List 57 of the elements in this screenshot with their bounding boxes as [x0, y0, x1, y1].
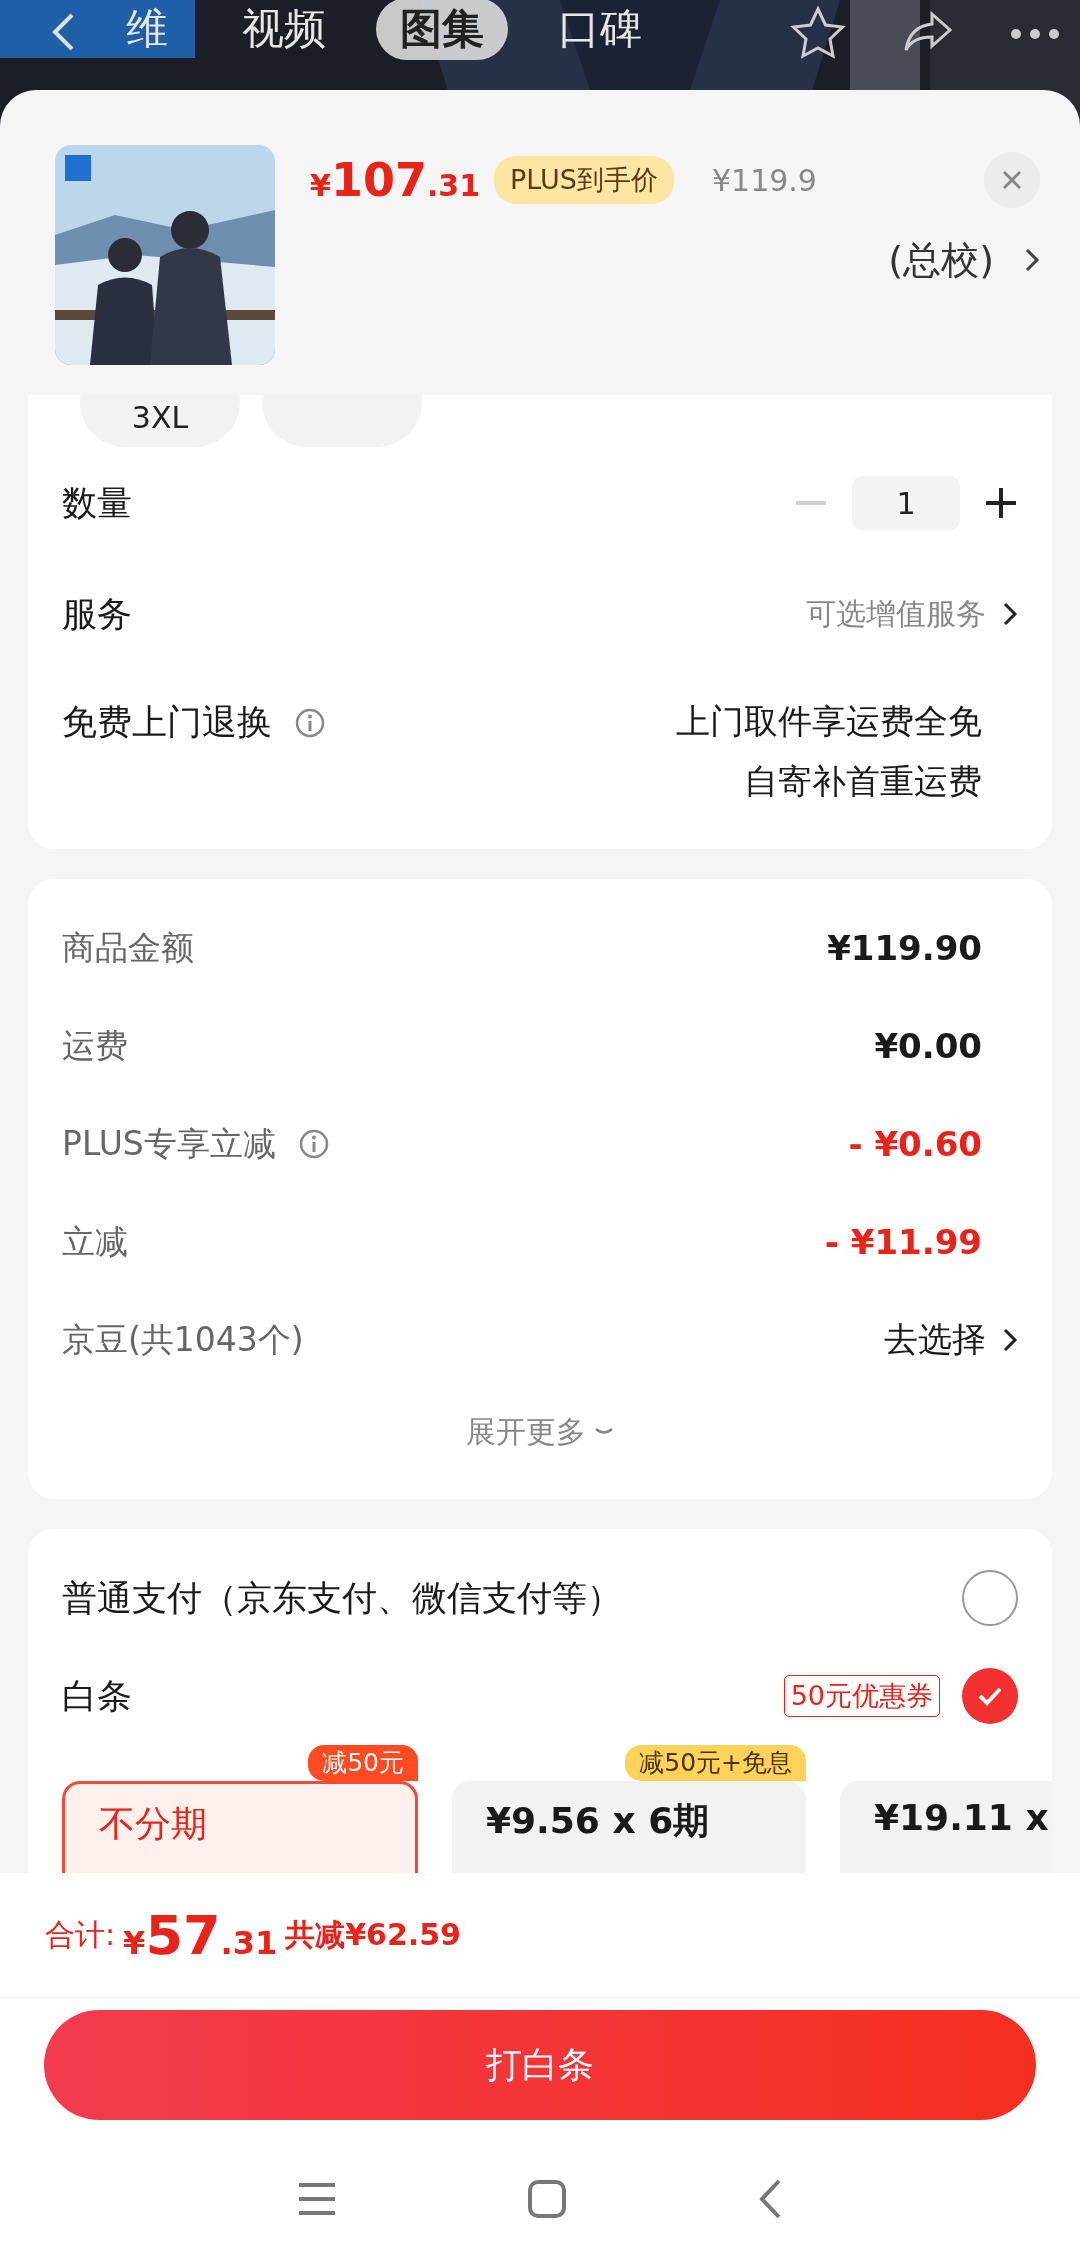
chevron-right-icon [1002, 601, 1018, 627]
coupon-tag: 50元优惠券 [783, 1675, 940, 1717]
discount-value: - ¥11.99 [824, 1222, 983, 1262]
home-icon[interactable] [527, 2179, 567, 2219]
cost-label: PLUS专享立减 [62, 1122, 276, 1165]
tab[interactable]: 视频 [218, 0, 350, 60]
cost-label: 运费 [62, 1024, 128, 1067]
discount-tag: 减50元 [308, 1745, 418, 1781]
radio-button[interactable] [962, 1570, 1018, 1626]
tab[interactable]: 图集 [376, 0, 508, 60]
installment-option[interactable]: ¥9.56 x 6期 [452, 1781, 806, 1873]
choose-link[interactable]: 去选择 [884, 1317, 986, 1363]
info-icon[interactable] [297, 1128, 330, 1160]
installment-option[interactable]: 不分期 [62, 1781, 418, 1873]
payment-option[interactable]: 普通支付（京东支付、微信支付等） [62, 1574, 622, 1622]
tab[interactable]: 口碑 [534, 0, 666, 60]
free-return-label: 免费上门退换 [62, 701, 272, 744]
star-icon[interactable] [790, 6, 846, 60]
return-note: 自寄补首重运费 [744, 760, 982, 803]
total-price: ¥57.31 [123, 1903, 278, 1967]
payment-option[interactable]: 白条 [62, 1672, 132, 1720]
service-label: 服务 [62, 592, 132, 636]
return-note: 上门取件享运费全免 [676, 700, 982, 743]
check-icon [977, 1686, 1003, 1706]
discount-tag: 减50元+免息 [625, 1745, 806, 1781]
menu-icon[interactable] [297, 2181, 337, 2217]
expand-more-button[interactable]: 展开更多 [460, 1389, 620, 1475]
cost-value: ¥119.90 [827, 928, 983, 968]
plus-button[interactable] [984, 486, 1018, 520]
price: ¥107.31 [310, 153, 481, 207]
plus-price-badge: PLUS到手价 [494, 156, 674, 204]
radio-button[interactable] [962, 1668, 1018, 1724]
product-subtitle: (总校) [888, 236, 994, 284]
cost-value: ¥0.00 [874, 1026, 983, 1066]
close-icon [1001, 169, 1023, 191]
discount-value: - ¥0.60 [848, 1124, 983, 1164]
pay-button[interactable]: 打白条 [44, 2010, 1036, 2120]
chevron-down-icon [594, 1427, 614, 1437]
cost-label: 商品金额 [62, 926, 194, 969]
cost-label: 立减 [62, 1220, 128, 1263]
size-option[interactable]: 3XL [80, 395, 240, 447]
service-option[interactable]: 可选增值服务 [806, 593, 986, 635]
total-savings: 共减¥62.59 [285, 1915, 461, 1954]
installment-option[interactable]: ¥19.11 x [840, 1781, 1052, 1873]
back-icon[interactable] [50, 12, 76, 52]
minus-icon [796, 501, 826, 505]
back-icon[interactable] [757, 2178, 783, 2220]
quantity-label: 数量 [62, 481, 132, 525]
plus-icon [986, 488, 1016, 518]
chevron-right-icon [1002, 1327, 1018, 1353]
cost-label: 京豆(共1043个) [62, 1318, 304, 1361]
more-icon[interactable] [1010, 28, 1060, 40]
total-label: 合计: [45, 1915, 116, 1954]
chevron-right-icon [1024, 247, 1040, 273]
info-icon[interactable] [294, 706, 326, 739]
original-price: ¥119.9 [711, 162, 818, 198]
quantity-field[interactable]: 1 [852, 476, 960, 530]
